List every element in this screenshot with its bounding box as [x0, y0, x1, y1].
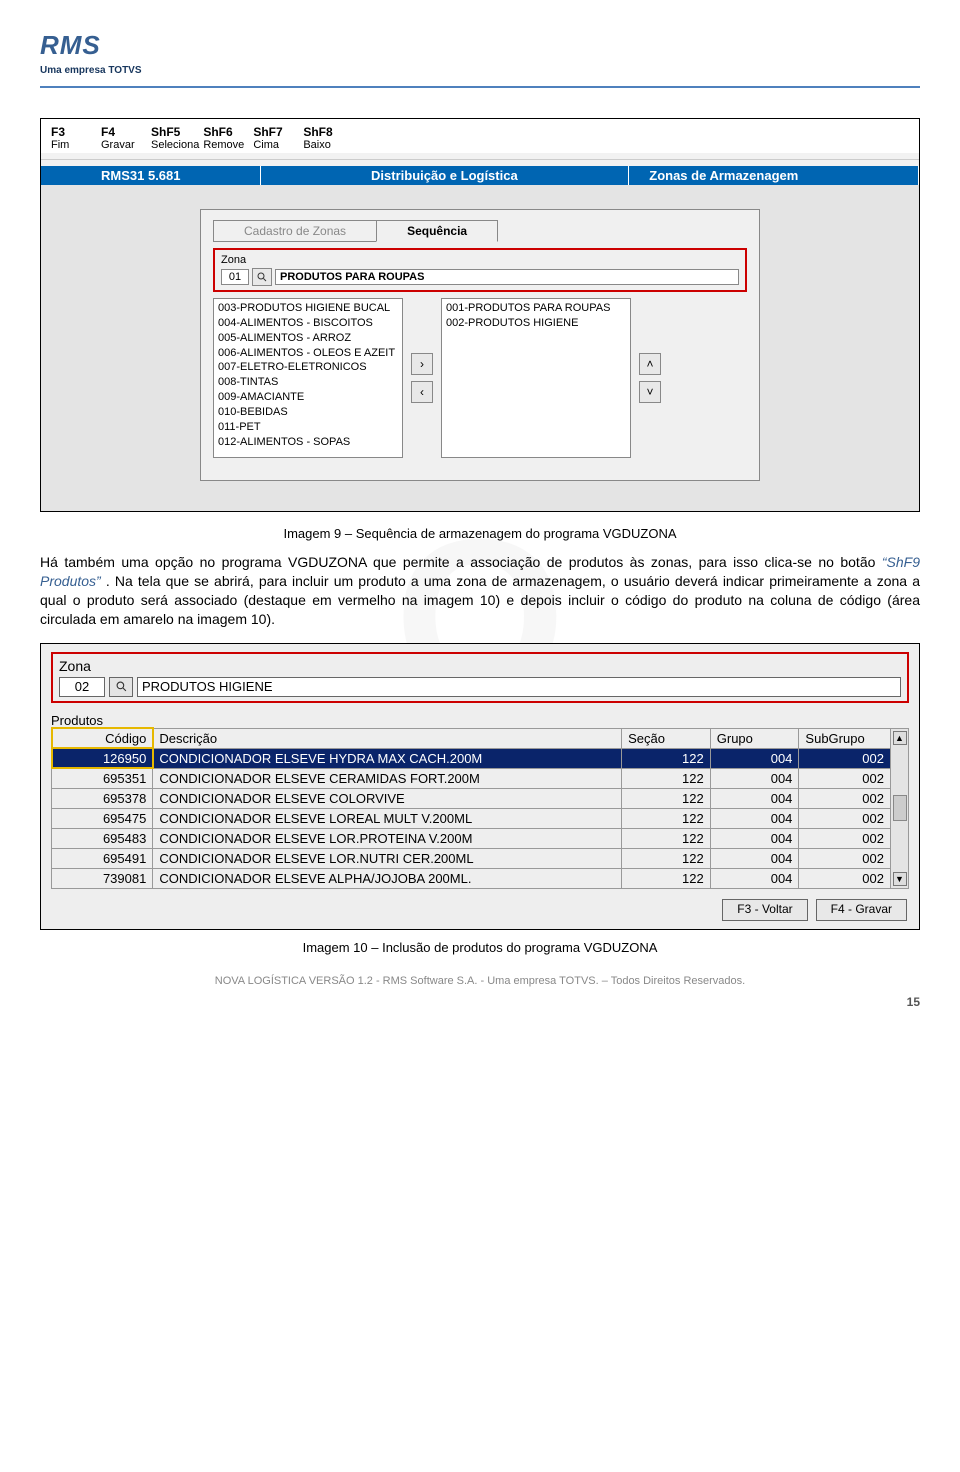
- zone-label-2: Zona: [59, 658, 901, 674]
- move-right-button[interactable]: ›: [411, 353, 433, 375]
- list-item[interactable]: 006-ALIMENTOS - OLEOS E AZEIT: [218, 346, 398, 361]
- zone-label: Zona: [221, 254, 739, 266]
- scroll-thumb[interactable]: [893, 795, 907, 821]
- list-item[interactable]: 011-PET: [218, 420, 398, 435]
- save-button[interactable]: F4 - Gravar: [816, 899, 907, 921]
- zone-code-input[interactable]: 01: [221, 269, 249, 285]
- vertical-scrollbar[interactable]: ▲ ▼: [891, 728, 909, 889]
- toolbar-item[interactable]: ShF7Cima: [253, 125, 299, 151]
- back-button[interactable]: F3 - Voltar: [722, 899, 807, 921]
- table-row[interactable]: 739081CONDICIONADOR ELSEVE ALPHA/JOJOBA …: [52, 868, 891, 888]
- table-row[interactable]: 695483CONDICIONADOR ELSEVE LOR.PROTEINA …: [52, 828, 891, 848]
- col-codigo[interactable]: Código: [52, 728, 153, 748]
- list-item[interactable]: 005-ALIMENTOS - ARROZ: [218, 331, 398, 346]
- toolbar-separator: [41, 159, 919, 160]
- zone-highlight-box-2: Zona 02 PRODUTOS HIGIENE: [51, 652, 909, 703]
- table-header-row: Código Descrição Seção Grupo SubGrupo: [52, 728, 891, 748]
- screenshot-vgduzona-produtos: Zona 02 PRODUTOS HIGIENE Produtos Código…: [40, 643, 920, 930]
- table-row[interactable]: 695475CONDICIONADOR ELSEVE LOREAL MULT V…: [52, 808, 891, 828]
- search-icon[interactable]: [109, 677, 133, 697]
- panel: Cadastro de Zonas Sequência Zona 01 PROD…: [200, 209, 760, 481]
- col-grupo[interactable]: Grupo: [710, 728, 799, 748]
- tab-sequencia[interactable]: Sequência: [376, 220, 498, 242]
- tab-cadastro-zonas[interactable]: Cadastro de Zonas: [213, 220, 377, 242]
- ribbon-module: Distribuição e Logística: [261, 166, 630, 185]
- toolbar-item[interactable]: F3Fim: [51, 125, 97, 151]
- toolbar: F3FimF4GravarShF5SelecionaShF6RemoveShF7…: [41, 119, 919, 153]
- zone-code-input-2[interactable]: 02: [59, 677, 105, 697]
- header-logo: RMS Uma empresa TOTVS: [40, 0, 920, 86]
- page-number: 15: [40, 995, 920, 1009]
- search-icon[interactable]: [252, 268, 272, 286]
- toolbar-item[interactable]: ShF5Seleciona: [151, 125, 199, 151]
- caption-image10: Imagem 10 – Inclusão de produtos do prog…: [40, 940, 920, 955]
- selected-zones-list[interactable]: 001-PRODUTOS PARA ROUPAS002-PRODUTOS HIG…: [441, 298, 631, 458]
- body-text-a: Há também uma opção no programa VGDUZONA…: [40, 554, 882, 570]
- screenshot-vgduzona-sequencia: F3FimF4GravarShF5SelecionaShF6RemoveShF7…: [40, 118, 920, 512]
- list-item[interactable]: 009-AMACIANTE: [218, 390, 398, 405]
- header-separator: [40, 86, 920, 88]
- zone-highlight-box: Zona 01 PRODUTOS PARA ROUPAS: [213, 248, 747, 292]
- caption-image9: Imagem 9 – Sequência de armazenagem do p…: [40, 526, 920, 541]
- col-secao[interactable]: Seção: [622, 728, 711, 748]
- ribbon-title: Zonas de Armazenagem: [629, 166, 919, 185]
- ribbon: RMS31 5.681 Distribuição e Logística Zon…: [41, 166, 919, 185]
- toolbar-item[interactable]: F4Gravar: [101, 125, 147, 151]
- list-item[interactable]: 010-BEBIDAS: [218, 405, 398, 420]
- move-left-button[interactable]: ‹: [411, 381, 433, 403]
- zone-desc-input-2[interactable]: PRODUTOS HIGIENE: [137, 677, 901, 697]
- move-up-button[interactable]: ˄: [639, 353, 661, 375]
- list-item[interactable]: 008-TINTAS: [218, 375, 398, 390]
- logo-text: RMS: [40, 30, 920, 61]
- toolbar-item[interactable]: ShF6Remove: [203, 125, 249, 151]
- list-item[interactable]: 002-PRODUTOS HIGIENE: [446, 316, 626, 331]
- list-item[interactable]: 012-ALIMENTOS - SOPAS: [218, 435, 398, 450]
- list-item[interactable]: 001-PRODUTOS PARA ROUPAS: [446, 301, 626, 316]
- table-row[interactable]: 126950CONDICIONADOR ELSEVE HYDRA MAX CAC…: [52, 748, 891, 768]
- available-zones-list[interactable]: 003-PRODUTOS HIGIENE BUCAL004-ALIMENTOS …: [213, 298, 403, 458]
- scroll-up-button[interactable]: ▲: [893, 731, 907, 745]
- zone-desc-input[interactable]: PRODUTOS PARA ROUPAS: [275, 269, 739, 285]
- toolbar-item[interactable]: ShF8Baixo: [303, 125, 349, 151]
- table-row[interactable]: 695378CONDICIONADOR ELSEVE COLORVIVE1220…: [52, 788, 891, 808]
- col-subgrupo[interactable]: SubGrupo: [799, 728, 891, 748]
- table-row[interactable]: 695351CONDICIONADOR ELSEVE CERAMIDAS FOR…: [52, 768, 891, 788]
- ribbon-version: RMS31 5.681: [41, 166, 261, 185]
- list-item[interactable]: 007-ELETRO-ELETRONICOS: [218, 360, 398, 375]
- col-descricao[interactable]: Descrição: [153, 728, 622, 748]
- body-paragraph: Há também uma opção no programa VGDUZONA…: [40, 553, 920, 629]
- products-table[interactable]: Código Descrição Seção Grupo SubGrupo 12…: [51, 728, 891, 889]
- scroll-down-button[interactable]: ▼: [893, 872, 907, 886]
- page-footer: NOVA LOGÍSTICA VERSÃO 1.2 - RMS Software…: [40, 975, 920, 987]
- body-text-b: . Na tela que se abrirá, para incluir um…: [40, 573, 920, 627]
- table-row[interactable]: 695491CONDICIONADOR ELSEVE LOR.NUTRI CER…: [52, 848, 891, 868]
- logo-sub: Uma empresa TOTVS: [40, 65, 920, 76]
- list-item[interactable]: 003-PRODUTOS HIGIENE BUCAL: [218, 301, 398, 316]
- products-label: Produtos: [51, 713, 909, 728]
- list-item[interactable]: 004-ALIMENTOS - BISCOITOS: [218, 316, 398, 331]
- move-down-button[interactable]: ˅: [639, 381, 661, 403]
